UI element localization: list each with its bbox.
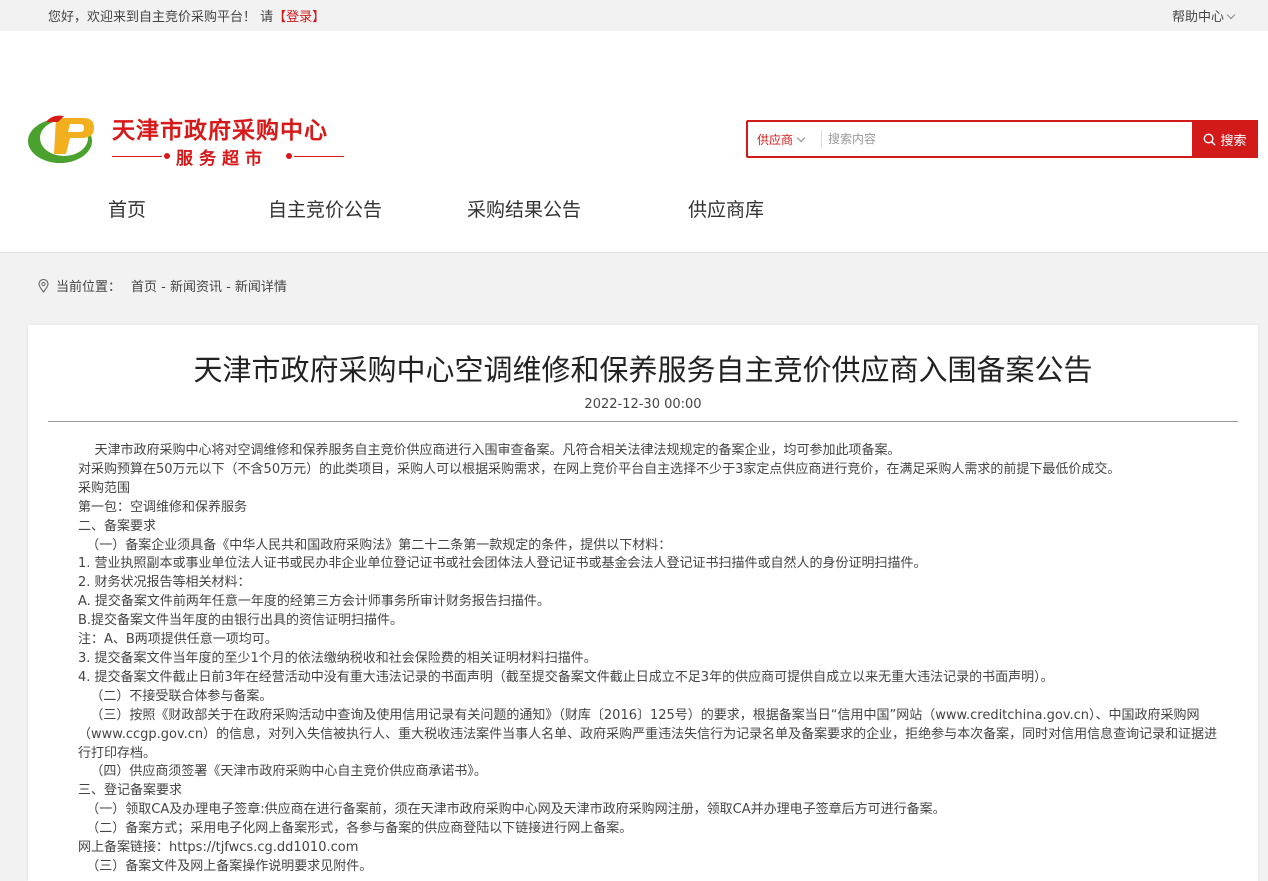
article-paragraph: 二、备案要求 bbox=[78, 518, 157, 534]
chevron-down-icon bbox=[1226, 10, 1236, 20]
search-button[interactable]: 搜索 bbox=[1192, 120, 1258, 158]
nav-item-bidding-notice[interactable]: 自主竞价公告 bbox=[268, 195, 382, 222]
search-category-label: 供应商 bbox=[757, 133, 794, 147]
article-paragraph: 天津市政府采购中心将对空调维修和保养服务自主竞价供应商进行入围审查备案。凡符合相… bbox=[78, 443, 901, 458]
logo-subtitle-text: 服务超市 bbox=[176, 149, 268, 169]
help-center-menu[interactable]: 帮助中心 bbox=[1171, 6, 1236, 25]
article-paragraph: 采购范围 bbox=[78, 480, 131, 496]
search-bar: 供应商 搜索 bbox=[746, 120, 1258, 158]
article-paragraph: B.提交备案文件当年度的由银行出具的资信证明扫描件。 bbox=[78, 613, 404, 629]
site-header: 天津市政府采购中心 服务超市 供应商 搜索 首页 自主竞价公告 采购结果公告 供… bbox=[0, 31, 1268, 253]
search-input[interactable] bbox=[828, 128, 1188, 150]
article-paragraph: 三、登记备案要求 bbox=[78, 783, 183, 799]
article-paragraph: A. 提交备案文件前两年任意一年度的经第三方会计师事务所审计财务报告扫描件。 bbox=[78, 594, 550, 610]
search-icon bbox=[1204, 133, 1217, 146]
article-paragraph: 网上备案链接：https://tjfwcs.cg.dd1010.com bbox=[78, 840, 359, 856]
search-button-label: 搜索 bbox=[1220, 133, 1247, 149]
article-paragraph: 注：A、B两项提供任意一项均可。 bbox=[78, 632, 278, 648]
article-paragraph: 第一包：空调维修和保养服务 bbox=[78, 499, 248, 515]
logo-icon[interactable] bbox=[26, 108, 98, 166]
article-paragraph: （三）按照《财政部关于在政府采购活动中查询及使用信用记录有关问题的通知》（财库〔… bbox=[78, 707, 1218, 761]
article-paragraph: （三）备案文件及网上备案操作说明要求见附件。 bbox=[78, 858, 373, 874]
article-paragraph: 对采购预算在50万元以下（不含50万元）的此类项目，采购人可以根据采购需求，在网… bbox=[78, 461, 1121, 477]
article-paragraph: 1. 营业执照副本或事业单位法人证书或民办非企业单位登记证书或社会团体法人登记证… bbox=[78, 556, 927, 572]
breadcrumb-label: 当前位置： bbox=[56, 280, 122, 295]
login-link[interactable]: 【登录】 bbox=[273, 10, 325, 25]
welcome-message: 您好，欢迎来到自主竞价采购平台！ 请 bbox=[48, 10, 274, 25]
article-paragraph: （一）领取CA及办理电子签章:供应商在进行备案前，须在天津市政府采购中心网及天津… bbox=[78, 802, 946, 818]
top-bar: 您好，欢迎来到自主竞价采购平台！ 请【登录】 帮助中心 bbox=[0, 0, 1268, 31]
article-paragraph: （二）不接受联合体参与备案。 bbox=[78, 688, 273, 704]
article-paragraph: （四）供应商须签署《天津市政府采购中心自主竞价供应商承诺书》。 bbox=[78, 764, 487, 780]
search-divider bbox=[821, 130, 822, 148]
nav-item-result-notice[interactable]: 采购结果公告 bbox=[467, 195, 581, 222]
article-panel: 天津市政府采购中心空调维修和保养服务自主竞价供应商入围备案公告 2022-12-… bbox=[28, 325, 1258, 881]
logo-subtitle: 服务超市 bbox=[112, 144, 344, 169]
article-paragraph: （一）备案企业须具备《中华人民共和国政府采购法》第二十二条第一款规定的条件，提供… bbox=[78, 537, 672, 553]
logo-title: 天津市政府采购中心 bbox=[112, 118, 328, 144]
article-date: 2022-12-30 00:00 bbox=[584, 397, 702, 412]
location-pin-icon bbox=[38, 278, 49, 293]
article-paragraph: 4. 提交备案文件截止日前3年在经营活动中没有重大违法记录的书面声明（截至提交备… bbox=[78, 669, 1054, 685]
article-paragraph: 3. 提交备案文件当年度的至少1个月的依法缴纳税收和社会保险费的相关证明材料扫描… bbox=[78, 650, 597, 666]
chevron-down-icon bbox=[796, 133, 806, 143]
breadcrumb: 当前位置： 首页 - 新闻资讯 - 新闻详情 bbox=[38, 276, 287, 295]
help-center-label: 帮助中心 bbox=[1171, 10, 1224, 25]
nav-item-home[interactable]: 首页 bbox=[108, 195, 146, 222]
article-paragraph: （二）备案方式；采用电子化网上备案形式，各参与备案的供应商登陆以下链接进行网上备… bbox=[78, 821, 633, 837]
article-title: 天津市政府采购中心空调维修和保养服务自主竞价供应商入围备案公告 bbox=[193, 353, 1093, 387]
main-nav: 首页 自主竞价公告 采购结果公告 供应商库 bbox=[0, 195, 1268, 245]
article-body: 天津市政府采购中心将对空调维修和保养服务自主竞价供应商进行入围审查备案。凡符合相… bbox=[78, 442, 1228, 877]
article-paragraph: 2. 财务状况报告等相关材料： bbox=[78, 575, 251, 591]
nav-item-supplier-library[interactable]: 供应商库 bbox=[688, 195, 764, 222]
breadcrumb-path[interactable]: 首页 - 新闻资讯 - 新闻详情 bbox=[131, 276, 287, 295]
search-category-select[interactable]: 供应商 bbox=[757, 131, 806, 148]
title-divider bbox=[48, 421, 1238, 422]
welcome-text: 您好，欢迎来到自主竞价采购平台！ 请【登录】 bbox=[48, 6, 325, 25]
